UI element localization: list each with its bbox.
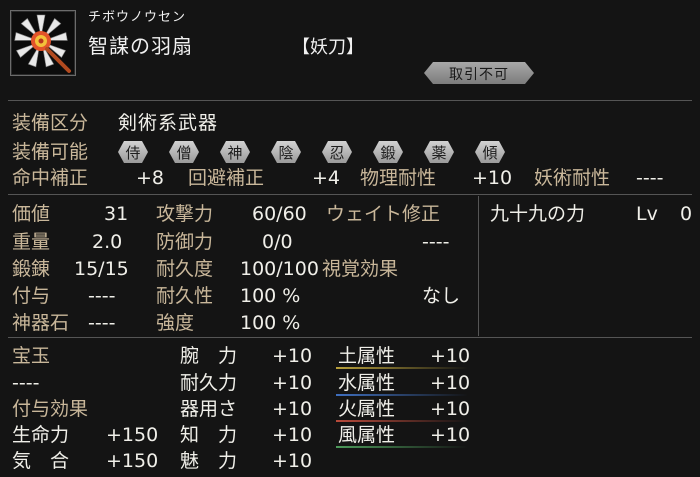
weight-value: 2.0 bbox=[92, 231, 123, 253]
price-label: 価値 bbox=[12, 203, 51, 225]
forge-value: 15/15 bbox=[74, 258, 129, 280]
class-badge: 忍 bbox=[322, 141, 352, 163]
attr-value: +10 bbox=[272, 345, 313, 367]
element-underline bbox=[336, 367, 468, 369]
skill-level-value: 0 bbox=[680, 203, 693, 225]
equip-category-label: 装備区分 bbox=[12, 112, 89, 134]
visual-effect-label: 視覚効果 bbox=[322, 258, 399, 280]
divine-stone-label: 神器石 bbox=[12, 312, 70, 334]
gem-label: 宝玉 bbox=[12, 345, 51, 367]
attr-label: 知 力 bbox=[180, 424, 238, 446]
attack-value: 60/60 bbox=[252, 203, 307, 225]
magic-resist-label: 妖術耐性 bbox=[534, 167, 611, 189]
endurance-value: 100 % bbox=[240, 285, 301, 307]
element-value: +10 bbox=[430, 424, 471, 446]
divider bbox=[8, 100, 692, 101]
divine-stone-value: ---- bbox=[88, 312, 116, 334]
element-label: 土属性 bbox=[338, 345, 396, 367]
grant-label: 付与 bbox=[12, 285, 51, 307]
endurance-label: 耐久性 bbox=[156, 285, 214, 307]
evade-label: 回避補正 bbox=[188, 167, 265, 189]
magic-resist-value: ---- bbox=[636, 167, 664, 189]
element-value: +10 bbox=[430, 345, 471, 367]
item-type: 【妖刀】 bbox=[292, 37, 364, 58]
ki-value: +150 bbox=[106, 450, 159, 472]
element-value: +10 bbox=[430, 372, 471, 394]
durability-label: 耐久度 bbox=[156, 258, 214, 280]
item-kana-name: チボウノウセン bbox=[88, 10, 187, 25]
class-badge: 侍 bbox=[118, 141, 148, 163]
item-name: 智謀の羽扇 bbox=[88, 34, 193, 58]
class-badge: 神 bbox=[220, 141, 250, 163]
bonus-effect-label: 付与効果 bbox=[12, 398, 89, 420]
gem-value: ---- bbox=[12, 372, 40, 394]
durability-value: 100/100 bbox=[240, 258, 319, 280]
life-label: 生命力 bbox=[12, 424, 70, 446]
untradeable-label: 取引不可 bbox=[449, 67, 509, 83]
phys-resist-label: 物理耐性 bbox=[360, 167, 437, 189]
attr-value: +10 bbox=[272, 450, 313, 472]
attack-label: 攻撃力 bbox=[156, 203, 214, 225]
equip-usable-label: 装備可能 bbox=[12, 141, 89, 163]
defense-value: 0/0 bbox=[262, 231, 293, 253]
phys-resist-value: +10 bbox=[472, 167, 513, 189]
defense-label: 防御力 bbox=[156, 231, 214, 253]
untradeable-badge: 取引不可 bbox=[424, 62, 534, 84]
hit-label: 命中補正 bbox=[12, 167, 89, 189]
life-value: +150 bbox=[106, 424, 159, 446]
evade-value: +4 bbox=[312, 167, 341, 189]
class-badge: 僧 bbox=[169, 141, 199, 163]
visual-effect-value: なし bbox=[422, 285, 461, 307]
forge-label: 鍛錬 bbox=[12, 258, 51, 280]
element-label: 火属性 bbox=[338, 398, 396, 420]
element-underline bbox=[336, 394, 468, 396]
grant-value: ---- bbox=[88, 285, 116, 307]
element-label: 水属性 bbox=[338, 372, 396, 394]
element-value: +10 bbox=[430, 398, 471, 420]
item-fan-icon bbox=[10, 10, 76, 76]
equip-category-value: 剣術系武器 bbox=[118, 112, 219, 134]
attr-label: 腕 力 bbox=[180, 345, 238, 367]
weight-mod-label: ウェイト修正 bbox=[326, 203, 441, 225]
element-underline bbox=[336, 446, 468, 448]
attr-label: 耐久力 bbox=[180, 372, 238, 394]
strength-value: 100 % bbox=[240, 312, 301, 334]
skill-level-label: Lv bbox=[636, 203, 658, 225]
price-value: 31 bbox=[104, 203, 129, 225]
attr-label: 器用さ bbox=[180, 398, 238, 420]
class-badge: 薬 bbox=[424, 141, 454, 163]
attr-label: 魅 力 bbox=[180, 450, 238, 472]
class-badge: 陰 bbox=[271, 141, 301, 163]
divider bbox=[8, 194, 692, 195]
element-underline bbox=[336, 420, 468, 422]
divider bbox=[478, 196, 479, 336]
weight-label: 重量 bbox=[12, 231, 51, 253]
skill-name: 九十九の力 bbox=[490, 203, 586, 225]
element-label: 風属性 bbox=[338, 424, 396, 446]
hit-value: +8 bbox=[136, 167, 165, 189]
weight-mod-value: ---- bbox=[422, 231, 450, 253]
strength-label: 強度 bbox=[156, 312, 195, 334]
attr-value: +10 bbox=[272, 398, 313, 420]
attr-value: +10 bbox=[272, 372, 313, 394]
class-badge: 鍛 bbox=[373, 141, 403, 163]
ki-label: 気 合 bbox=[12, 450, 70, 472]
divider bbox=[8, 337, 692, 338]
class-badge: 傾 bbox=[475, 141, 505, 163]
attr-value: +10 bbox=[272, 424, 313, 446]
